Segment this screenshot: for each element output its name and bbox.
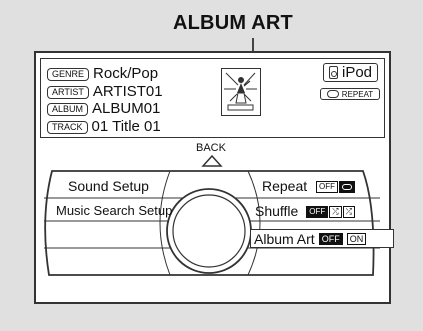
album-art-on-option[interactable]: ON <box>346 232 367 245</box>
album-art-label: Album Art <box>254 230 315 247</box>
ipod-icon <box>328 66 338 79</box>
repeat-off-option[interactable]: OFF <box>316 181 339 194</box>
shuffle-all-option[interactable]: ⤮ <box>342 206 356 219</box>
track-tag: TRACK <box>47 120 88 134</box>
repeat-on-option[interactable] <box>339 181 356 194</box>
genre-tag: GENRE <box>47 67 90 81</box>
artist-tag: ARTIST <box>47 85 89 99</box>
back-label: BACK <box>196 142 226 154</box>
music-search-setup-item[interactable]: Music Search Setup <box>56 203 172 219</box>
repeat-item[interactable]: Repeat OFF <box>262 178 356 194</box>
album-art-image <box>221 68 261 116</box>
genre-row: GENRE Rock/Pop <box>47 66 158 82</box>
sound-setup-item[interactable]: Sound Setup <box>68 178 149 194</box>
album-tag: ALBUM <box>47 102 89 116</box>
shuffle-option[interactable]: ⤮ <box>329 206 342 219</box>
track-info-box: GENRE Rock/Pop ARTIST ARTIST01 ALBUM ALB… <box>40 58 385 138</box>
genre-value: Rock/Pop <box>93 65 159 82</box>
repeat-badge: REPEAT <box>320 88 380 100</box>
shuffle-off-option[interactable]: OFF <box>306 206 329 219</box>
album-value: ALBUM01 <box>92 100 161 117</box>
album-row: ALBUM ALBUM01 <box>47 101 160 117</box>
source-label: iPod <box>341 64 373 81</box>
album-art-off-option[interactable]: OFF <box>318 232 343 245</box>
repeat-badge-label: REPEAT <box>341 89 374 99</box>
track-value: 01 Title 01 <box>91 118 161 135</box>
shuffle-all-icon: ⤮ <box>345 207 353 217</box>
repeat-label: Repeat <box>262 178 308 194</box>
repeat-icon <box>342 184 353 191</box>
track-row: TRACK 01 Title 01 <box>47 119 161 135</box>
album-art-item[interactable]: Album Art OFF ON <box>250 229 394 248</box>
album-art-callout: ALBUM ART <box>173 12 293 34</box>
album-art-picture <box>224 72 257 111</box>
shuffle-icon: ⤮ <box>332 207 339 217</box>
shuffle-item[interactable]: Shuffle OFF ⤮ ⤮ <box>255 203 356 219</box>
artist-value: ARTIST01 <box>92 83 163 100</box>
shuffle-label: Shuffle <box>255 203 299 219</box>
ipod-source-label: iPod <box>323 63 378 82</box>
artist-row: ARTIST ARTIST01 <box>47 84 163 100</box>
repeat-icon <box>326 90 339 98</box>
